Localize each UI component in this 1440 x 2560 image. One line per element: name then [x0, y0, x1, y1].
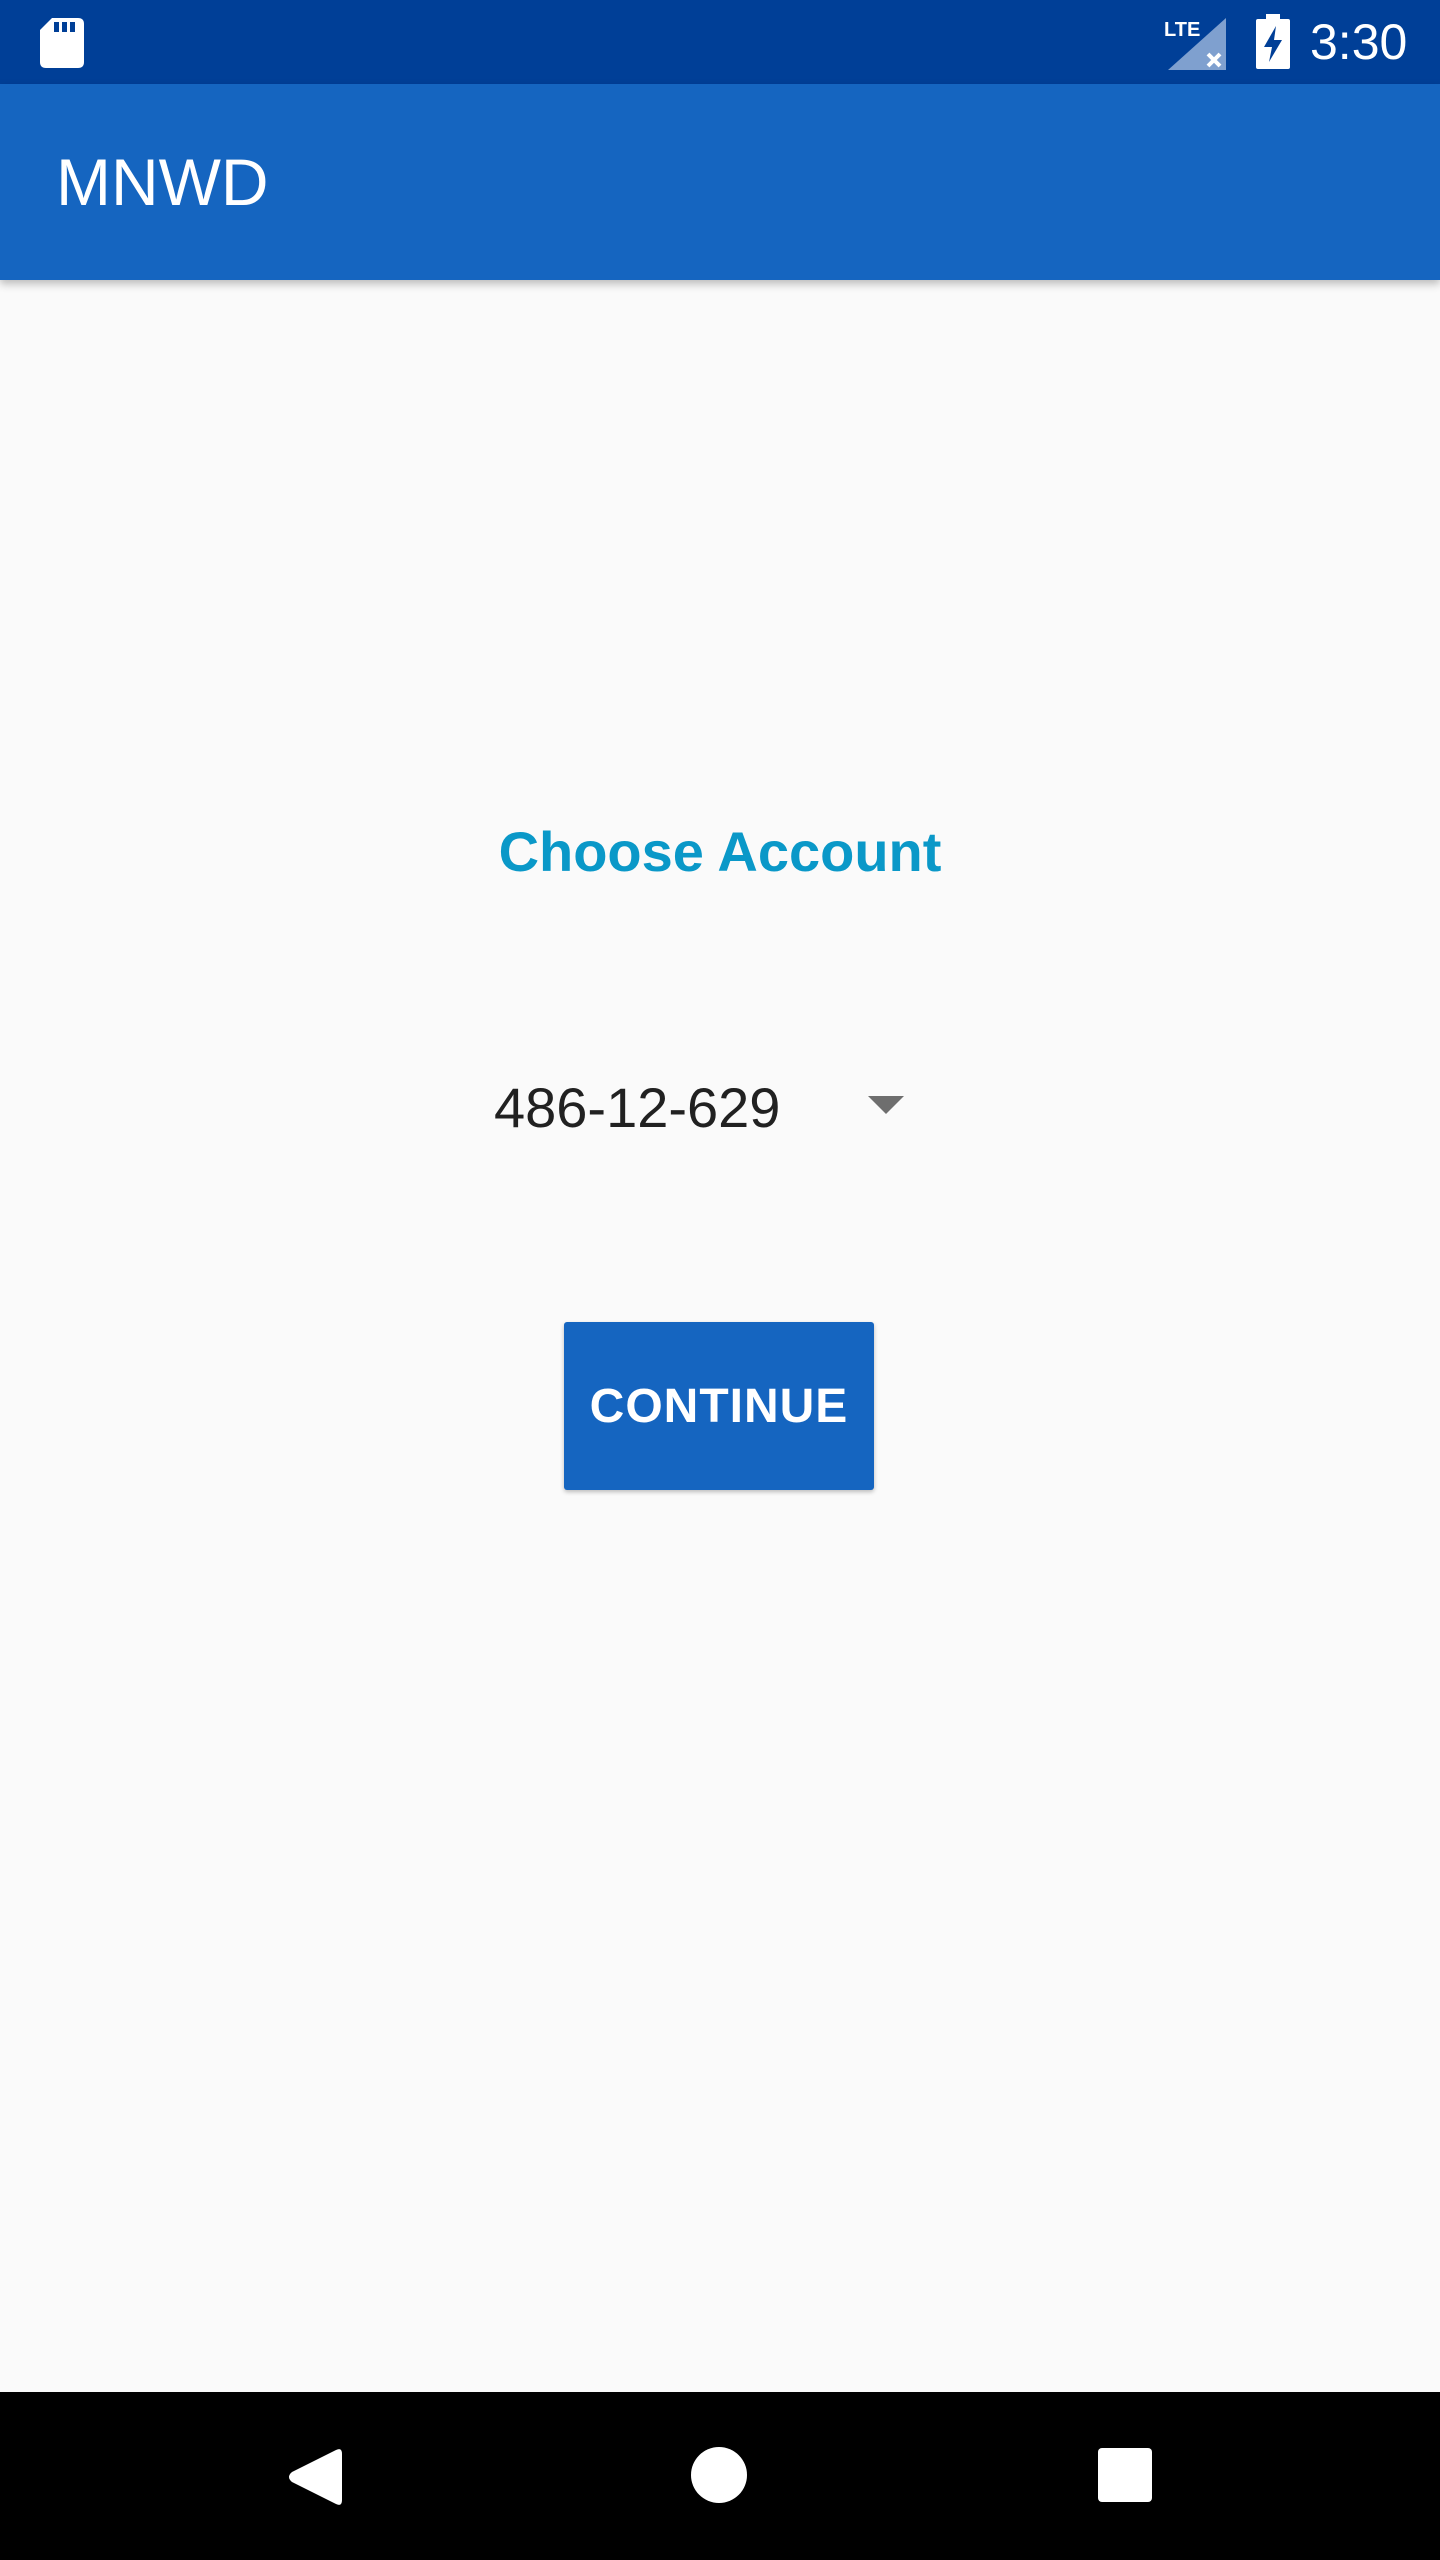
nav-bar: [0, 2392, 1440, 2560]
account-spinner[interactable]: 486-12-629: [480, 1060, 920, 1156]
signal-lte-icon: LTE: [1164, 18, 1226, 70]
battery-charging-icon: [1256, 14, 1290, 69]
status-time: 3:30: [1310, 14, 1408, 70]
screen: LTE 3:30 MNWD Choose Account 486-12-629 …: [0, 0, 1440, 2560]
app-bar: MNWD: [0, 84, 1440, 280]
choose-account-heading: Choose Account: [498, 820, 942, 883]
status-bar: LTE 3:30: [0, 0, 1440, 84]
app-title: MNWD: [56, 145, 269, 219]
home-icon[interactable]: [690, 2446, 748, 2504]
account-number-value: 486-12-629: [494, 1076, 781, 1139]
dropdown-arrow-icon: [868, 1096, 904, 1114]
continue-button[interactable]: CONTINUE: [564, 1322, 874, 1490]
back-icon[interactable]: [286, 2446, 342, 2508]
sd-card-icon: [40, 18, 84, 68]
network-type-label: LTE: [1164, 19, 1200, 41]
recents-icon[interactable]: [1098, 2448, 1152, 2502]
